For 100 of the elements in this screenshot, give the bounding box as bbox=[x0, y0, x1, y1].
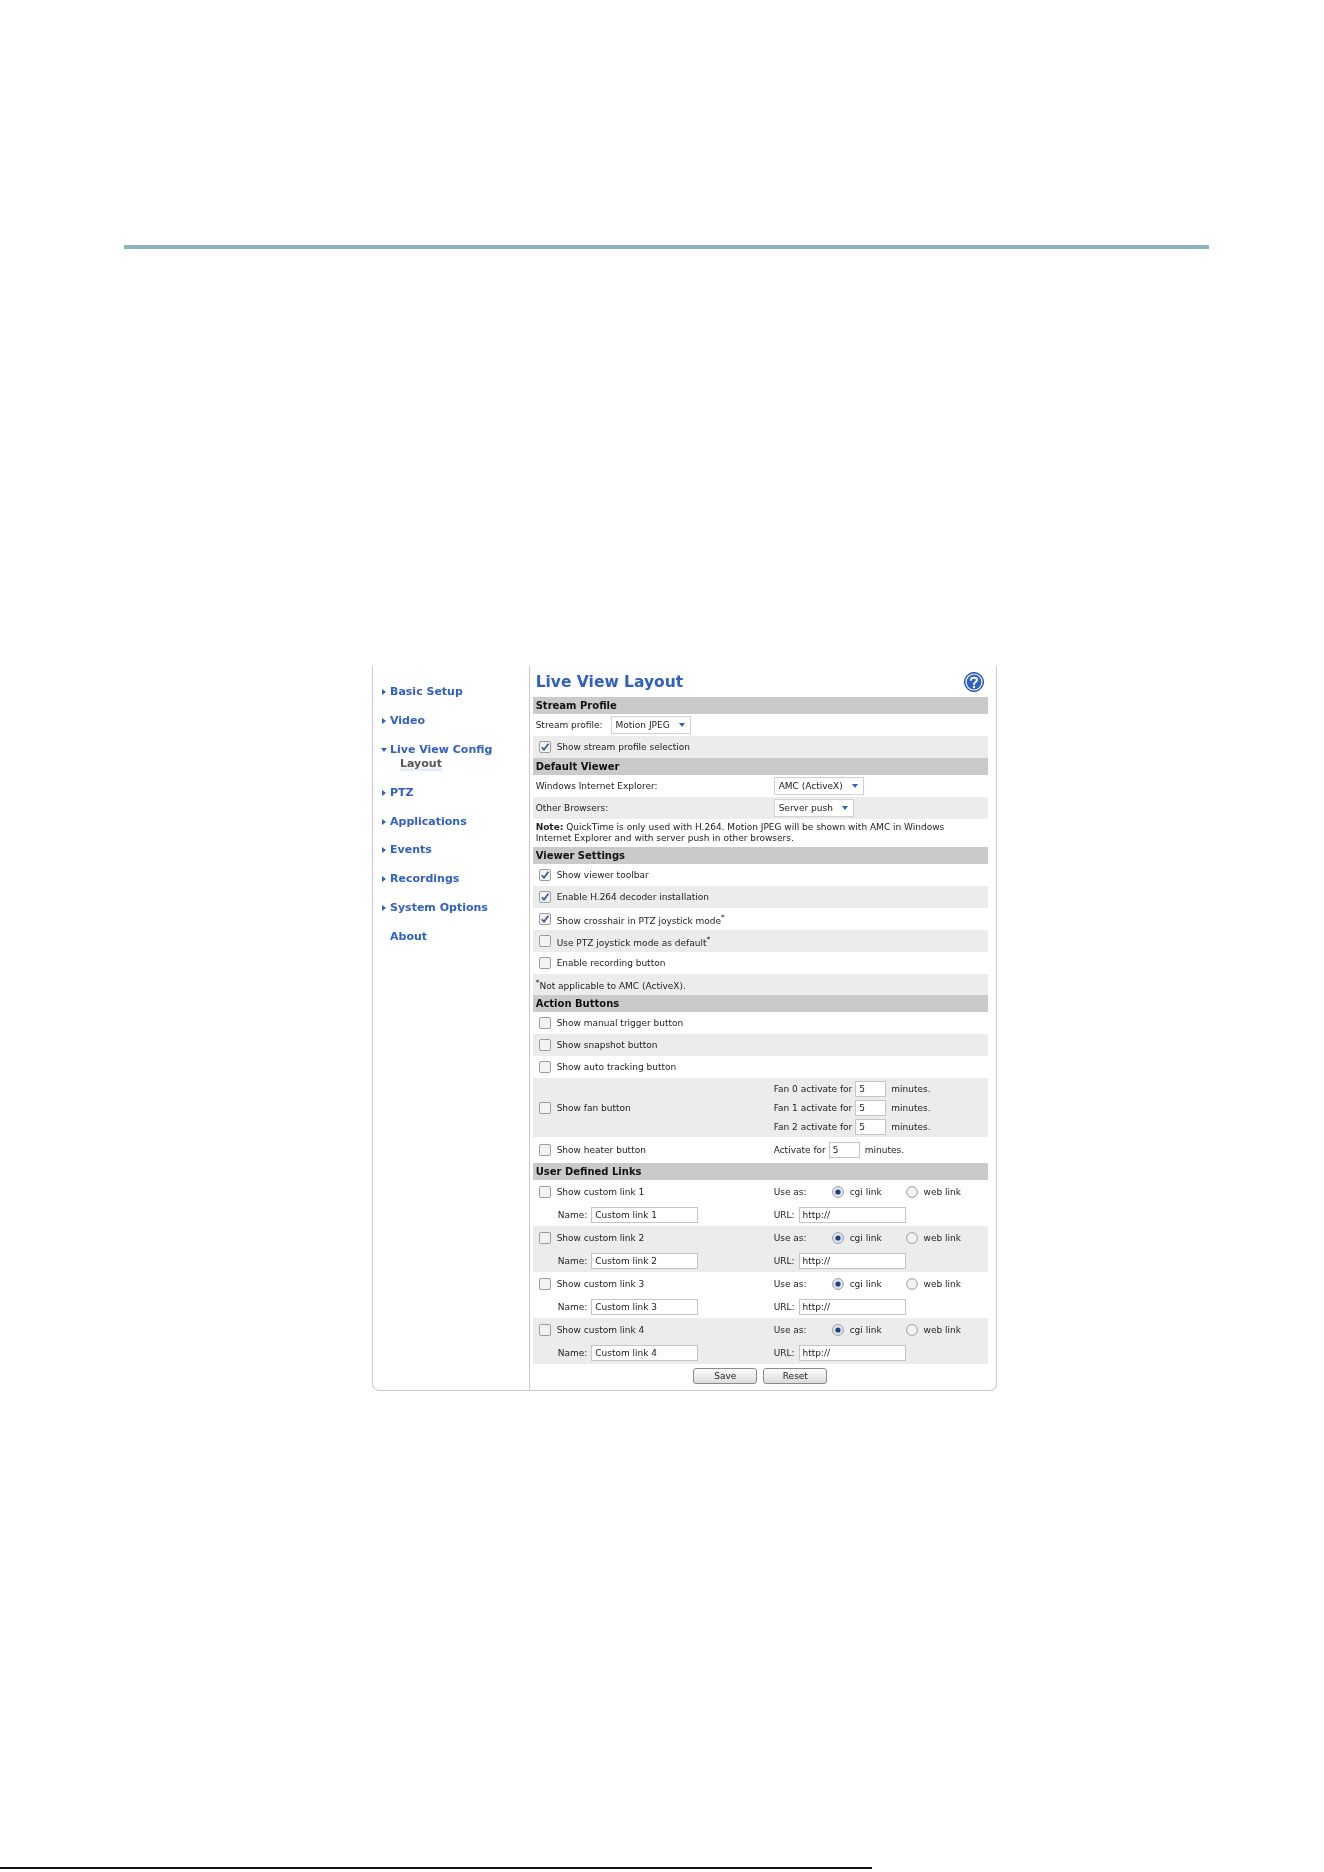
checkbox-label: Show custom link 2 bbox=[556, 1232, 645, 1243]
dropdown[interactable]: Motion JPEG bbox=[610, 716, 691, 734]
caret-icon bbox=[841, 805, 848, 811]
checkbox[interactable] bbox=[538, 1277, 551, 1290]
checkbox[interactable] bbox=[538, 935, 551, 947]
radio-label: web link bbox=[923, 1324, 961, 1335]
radio-button[interactable] bbox=[831, 1231, 844, 1244]
section-header: Action Buttons bbox=[532, 995, 988, 1012]
field-label: Name: bbox=[557, 1347, 588, 1358]
section-header: Viewer Settings bbox=[532, 847, 988, 864]
radio-label: web link bbox=[923, 1186, 961, 1197]
text-field[interactable]: http:// bbox=[798, 1206, 906, 1223]
checkbox[interactable] bbox=[538, 869, 551, 881]
text-field[interactable]: Custom link 1 bbox=[591, 1206, 699, 1223]
help-icon[interactable] bbox=[964, 671, 984, 692]
checkbox-label: Enable H.264 decoder installation bbox=[556, 892, 709, 902]
checkbox[interactable] bbox=[538, 891, 551, 903]
sidebar-link[interactable]: Live View Config bbox=[390, 742, 493, 757]
radio-label: cgi link bbox=[849, 1186, 882, 1197]
note-text: $^{*}$Not applicable to AMC (ActiveX). bbox=[535, 977, 687, 992]
field-label: Name: bbox=[557, 1209, 588, 1220]
checkbox[interactable] bbox=[538, 1185, 551, 1198]
checkbox-label: Use PTZ joystick mode as default$^{*}$ bbox=[556, 934, 711, 948]
radio-button[interactable] bbox=[905, 1185, 918, 1198]
radio-button[interactable] bbox=[831, 1323, 844, 1336]
sidebar-link[interactable]: Basic Setup bbox=[390, 685, 463, 699]
sidebar-link[interactable]: About bbox=[390, 930, 428, 945]
unit-label: minutes. bbox=[891, 1102, 931, 1113]
unit-label: minutes. bbox=[891, 1121, 931, 1132]
field-label: Use as: bbox=[773, 1186, 808, 1197]
form-button[interactable]: Save bbox=[693, 1368, 758, 1384]
field-label: URL: bbox=[773, 1301, 795, 1312]
text-field[interactable]: Custom link 3 bbox=[591, 1298, 699, 1315]
checkbox[interactable] bbox=[538, 957, 551, 969]
checkbox[interactable] bbox=[538, 1017, 551, 1029]
sidebar-link[interactable]: Events bbox=[390, 843, 432, 858]
unit-label: minutes. bbox=[891, 1083, 931, 1094]
sidebar-link[interactable]: Recordings bbox=[390, 872, 460, 887]
checkbox[interactable] bbox=[538, 1101, 551, 1114]
checkbox-label: Show auto tracking button bbox=[556, 1062, 677, 1072]
sidebar-link[interactable]: Applications bbox=[390, 814, 467, 829]
checkbox[interactable] bbox=[538, 741, 551, 753]
text-field[interactable]: http:// bbox=[798, 1298, 906, 1315]
section-header: User Defined Links bbox=[532, 1163, 988, 1180]
radio-button[interactable] bbox=[905, 1231, 918, 1244]
checkbox-label: Enable recording button bbox=[556, 958, 666, 968]
field-label: Activate for bbox=[773, 1145, 826, 1155]
radio-label: cgi link bbox=[849, 1278, 882, 1289]
number-field[interactable]: 5 bbox=[855, 1099, 887, 1116]
field-label: Name: bbox=[557, 1255, 588, 1266]
number-field[interactable]: 5 bbox=[855, 1080, 887, 1097]
checkbox-label: Show snapshot button bbox=[556, 1040, 658, 1050]
checkbox-label: Show manual trigger button bbox=[556, 1018, 684, 1028]
field-label: Fan 2 activate for bbox=[773, 1121, 853, 1132]
checkbox[interactable] bbox=[538, 1231, 551, 1244]
checkbox[interactable] bbox=[538, 1323, 551, 1336]
section-header: Default Viewer bbox=[532, 758, 988, 775]
text-field[interactable]: Custom link 4 bbox=[591, 1344, 699, 1361]
field-label: Stream profile: bbox=[535, 720, 603, 730]
checkbox-label: Show viewer toolbar bbox=[556, 870, 649, 880]
checkbox-label: Show stream profile selection bbox=[556, 742, 690, 752]
radio-button[interactable] bbox=[831, 1277, 844, 1290]
text-field[interactable]: http:// bbox=[798, 1252, 906, 1269]
field-label: URL: bbox=[773, 1347, 795, 1358]
caret-icon bbox=[851, 783, 858, 789]
dropdown[interactable]: AMC (ActiveX) bbox=[773, 777, 864, 795]
radio-label: web link bbox=[923, 1278, 961, 1289]
field-label: Use as: bbox=[773, 1324, 808, 1335]
radio-button[interactable] bbox=[905, 1323, 918, 1336]
form-button[interactable]: Reset bbox=[763, 1368, 828, 1384]
section-header: Stream Profile bbox=[532, 697, 988, 714]
radio-label: cgi link bbox=[849, 1232, 882, 1243]
field-label: Use as: bbox=[773, 1232, 808, 1243]
sidebar-link[interactable]: PTZ bbox=[390, 785, 414, 800]
number-field[interactable]: 5 bbox=[828, 1142, 860, 1158]
field-label: Fan 0 activate for bbox=[773, 1083, 853, 1094]
sidebar-link[interactable]: Video bbox=[390, 713, 425, 728]
dropdown[interactable]: Server push bbox=[773, 799, 854, 817]
radio-label: web link bbox=[923, 1232, 961, 1243]
field-label: URL: bbox=[773, 1209, 795, 1220]
sidebar-link[interactable]: System Options bbox=[390, 901, 488, 916]
note-text: Note: QuickTime is only used with H.264. Motion JPEG will be shown with AMC in Windows Internet Explorer and with server push in other browsers. bbox=[535, 822, 946, 844]
text-field[interactable]: Custom link 2 bbox=[591, 1252, 699, 1269]
checkbox[interactable] bbox=[538, 1061, 551, 1073]
checkbox-label: Show heater button bbox=[556, 1145, 646, 1155]
checkbox[interactable] bbox=[538, 1144, 551, 1156]
field-label: Windows Internet Explorer: bbox=[535, 781, 658, 791]
checkbox-label: Show custom link 3 bbox=[556, 1278, 645, 1289]
field-label: URL: bbox=[773, 1255, 795, 1266]
field-label: Fan 1 activate for bbox=[773, 1102, 853, 1113]
number-field[interactable]: 5 bbox=[855, 1118, 887, 1135]
field-label: Other Browsers: bbox=[535, 803, 609, 813]
text-field[interactable]: http:// bbox=[798, 1344, 906, 1361]
checkbox[interactable] bbox=[538, 1039, 551, 1051]
checkbox-label: Show crosshair in PTZ joystick mode$^{*}$ bbox=[556, 912, 725, 926]
checkbox[interactable] bbox=[538, 913, 551, 925]
radio-button[interactable] bbox=[831, 1185, 844, 1198]
radio-button[interactable] bbox=[905, 1277, 918, 1290]
unit-label: minutes. bbox=[864, 1145, 905, 1155]
sidebar-sublink[interactable]: Layout bbox=[400, 756, 442, 771]
